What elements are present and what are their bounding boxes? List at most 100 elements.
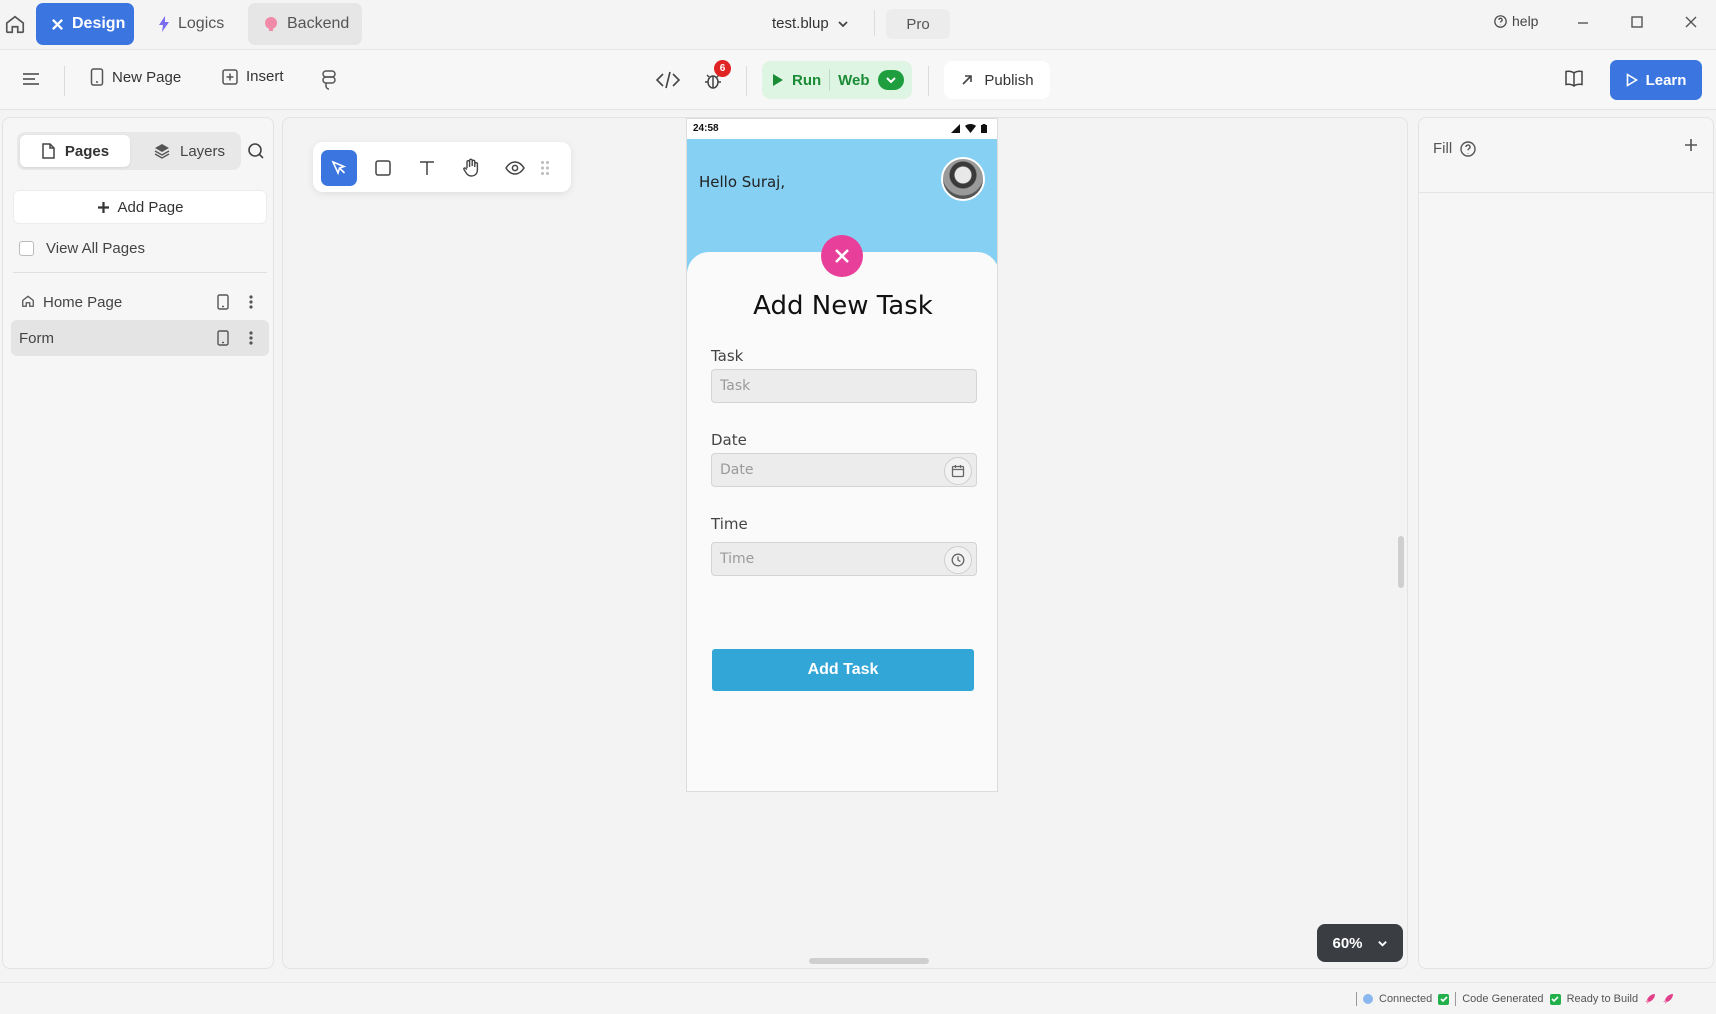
preview-eye-icon[interactable] [497, 150, 533, 186]
figma-icon[interactable] [322, 70, 336, 90]
code-icon[interactable] [656, 70, 680, 90]
status-items: Connected Code Generated Ready to Build [1356, 992, 1674, 1006]
more-icon[interactable] [249, 294, 253, 310]
drawing-toolbar [313, 142, 571, 192]
publish-label: Publish [984, 71, 1034, 89]
tab-design-label: Design [72, 15, 126, 32]
code-status: Code Generated [1462, 993, 1544, 1005]
page-item-home[interactable]: Home Page [11, 284, 269, 320]
divider [1455, 992, 1457, 1006]
tab-backend-label: Backend [287, 15, 350, 32]
tab-pages[interactable]: Pages [20, 135, 130, 167]
target-dropdown[interactable] [877, 70, 904, 90]
view-all-label: View All Pages [46, 240, 145, 257]
page-item-label: Home Page [43, 293, 123, 311]
rocket-icon [1644, 993, 1656, 1005]
docs-book-icon[interactable] [1564, 70, 1584, 88]
connected-status: Connected [1379, 993, 1433, 1005]
help-icon [1494, 14, 1507, 28]
add-page-label: Add Page [117, 198, 184, 216]
tab-backend[interactable]: Backend [248, 3, 362, 45]
phone-status-bar: 24:58 [687, 119, 997, 139]
time-placeholder: Time [720, 551, 755, 567]
main-toolbar: New Page Insert 6 Run Web Publish Learn [0, 50, 1716, 110]
drag-handle-icon[interactable] [535, 150, 555, 186]
insert-button[interactable]: Insert [222, 68, 284, 85]
zoom-level: 60% [1332, 934, 1363, 952]
avatar[interactable] [941, 157, 985, 201]
time-input[interactable]: Time [711, 542, 977, 576]
learn-button[interactable]: Learn [1610, 60, 1702, 100]
wifi-icon [965, 124, 976, 133]
target-label[interactable]: Web [838, 72, 869, 89]
add-page-button[interactable]: Add Page [13, 190, 267, 224]
text-tool-icon[interactable] [409, 150, 445, 186]
publish-button[interactable]: Publish [944, 61, 1050, 99]
chevron-down-icon [837, 18, 849, 30]
close-icon [835, 249, 849, 263]
date-input[interactable]: Date [711, 453, 977, 487]
search-icon[interactable] [247, 142, 265, 160]
divider [1419, 192, 1713, 193]
close-button[interactable] [821, 235, 863, 277]
zoom-dropdown[interactable]: 60% [1317, 924, 1403, 962]
page-item-form[interactable]: Form [11, 320, 269, 356]
insert-label: Insert [246, 68, 284, 85]
device-icon[interactable] [217, 330, 229, 346]
plan-badge[interactable]: Pro [886, 9, 950, 39]
project-name: test.blup [772, 15, 829, 32]
learn-label: Learn [1645, 71, 1687, 89]
help-button[interactable]: help [1494, 13, 1538, 29]
new-page-label: New Page [112, 68, 182, 86]
vertical-scrollbar[interactable] [1398, 536, 1404, 588]
divider [829, 69, 831, 91]
fill-section: Fill [1433, 140, 1476, 157]
view-all-checkbox[interactable] [19, 241, 34, 256]
clock-icon[interactable] [944, 546, 972, 574]
date-placeholder: Date [720, 462, 754, 478]
fill-label: Fill [1433, 140, 1453, 157]
menu-icon[interactable] [22, 71, 40, 87]
project-name-dropdown[interactable]: test.blup [772, 15, 849, 32]
tab-design[interactable]: Design [36, 3, 134, 45]
help-icon[interactable] [1460, 140, 1476, 157]
play-outline-icon [1626, 73, 1638, 87]
horizontal-scrollbar[interactable] [809, 958, 929, 964]
battery-icon [981, 124, 987, 133]
close-icon[interactable] [1682, 13, 1704, 35]
arrow-up-right-icon [960, 73, 974, 87]
help-label: help [1512, 13, 1539, 29]
signal-icon [951, 124, 960, 133]
divider [874, 10, 875, 36]
task-placeholder: Task [720, 378, 751, 394]
task-input[interactable]: Task [711, 369, 977, 403]
home-icon [21, 294, 35, 308]
phone-preview[interactable]: Hello Suraj, 24:58 Add New Task Task Tas… [686, 118, 998, 792]
home-icon[interactable] [4, 13, 28, 37]
rectangle-tool-icon[interactable] [365, 150, 401, 186]
status-icons [951, 124, 987, 133]
divider [64, 66, 65, 96]
tab-layers[interactable]: Layers [142, 135, 237, 167]
more-icon[interactable] [249, 330, 253, 346]
maximize-icon[interactable] [1628, 13, 1650, 35]
tab-logics[interactable]: Logics [143, 3, 239, 45]
divider [1356, 992, 1357, 1006]
status-time: 24:58 [693, 123, 719, 134]
design-canvas[interactable]: Hello Suraj, 24:58 Add New Task Task Tas… [282, 117, 1408, 969]
view-all-pages[interactable]: View All Pages [19, 240, 145, 257]
hand-tool-icon[interactable] [453, 150, 489, 186]
select-tool-icon[interactable] [321, 150, 357, 186]
play-icon[interactable] [772, 73, 784, 87]
add-fill-icon[interactable] [1684, 138, 1698, 152]
minimize-icon[interactable] [1574, 13, 1596, 35]
new-page-button[interactable]: New Page [90, 68, 181, 86]
plus-icon [97, 201, 110, 214]
build-status: Ready to Build [1566, 993, 1639, 1005]
add-task-button[interactable]: Add Task [712, 649, 974, 691]
calendar-icon[interactable] [944, 457, 972, 485]
page-item-label: Form [19, 329, 54, 347]
device-icon[interactable] [217, 294, 229, 310]
run-button[interactable]: Run [792, 72, 821, 89]
greeting-text: Hello Suraj, [699, 173, 786, 191]
